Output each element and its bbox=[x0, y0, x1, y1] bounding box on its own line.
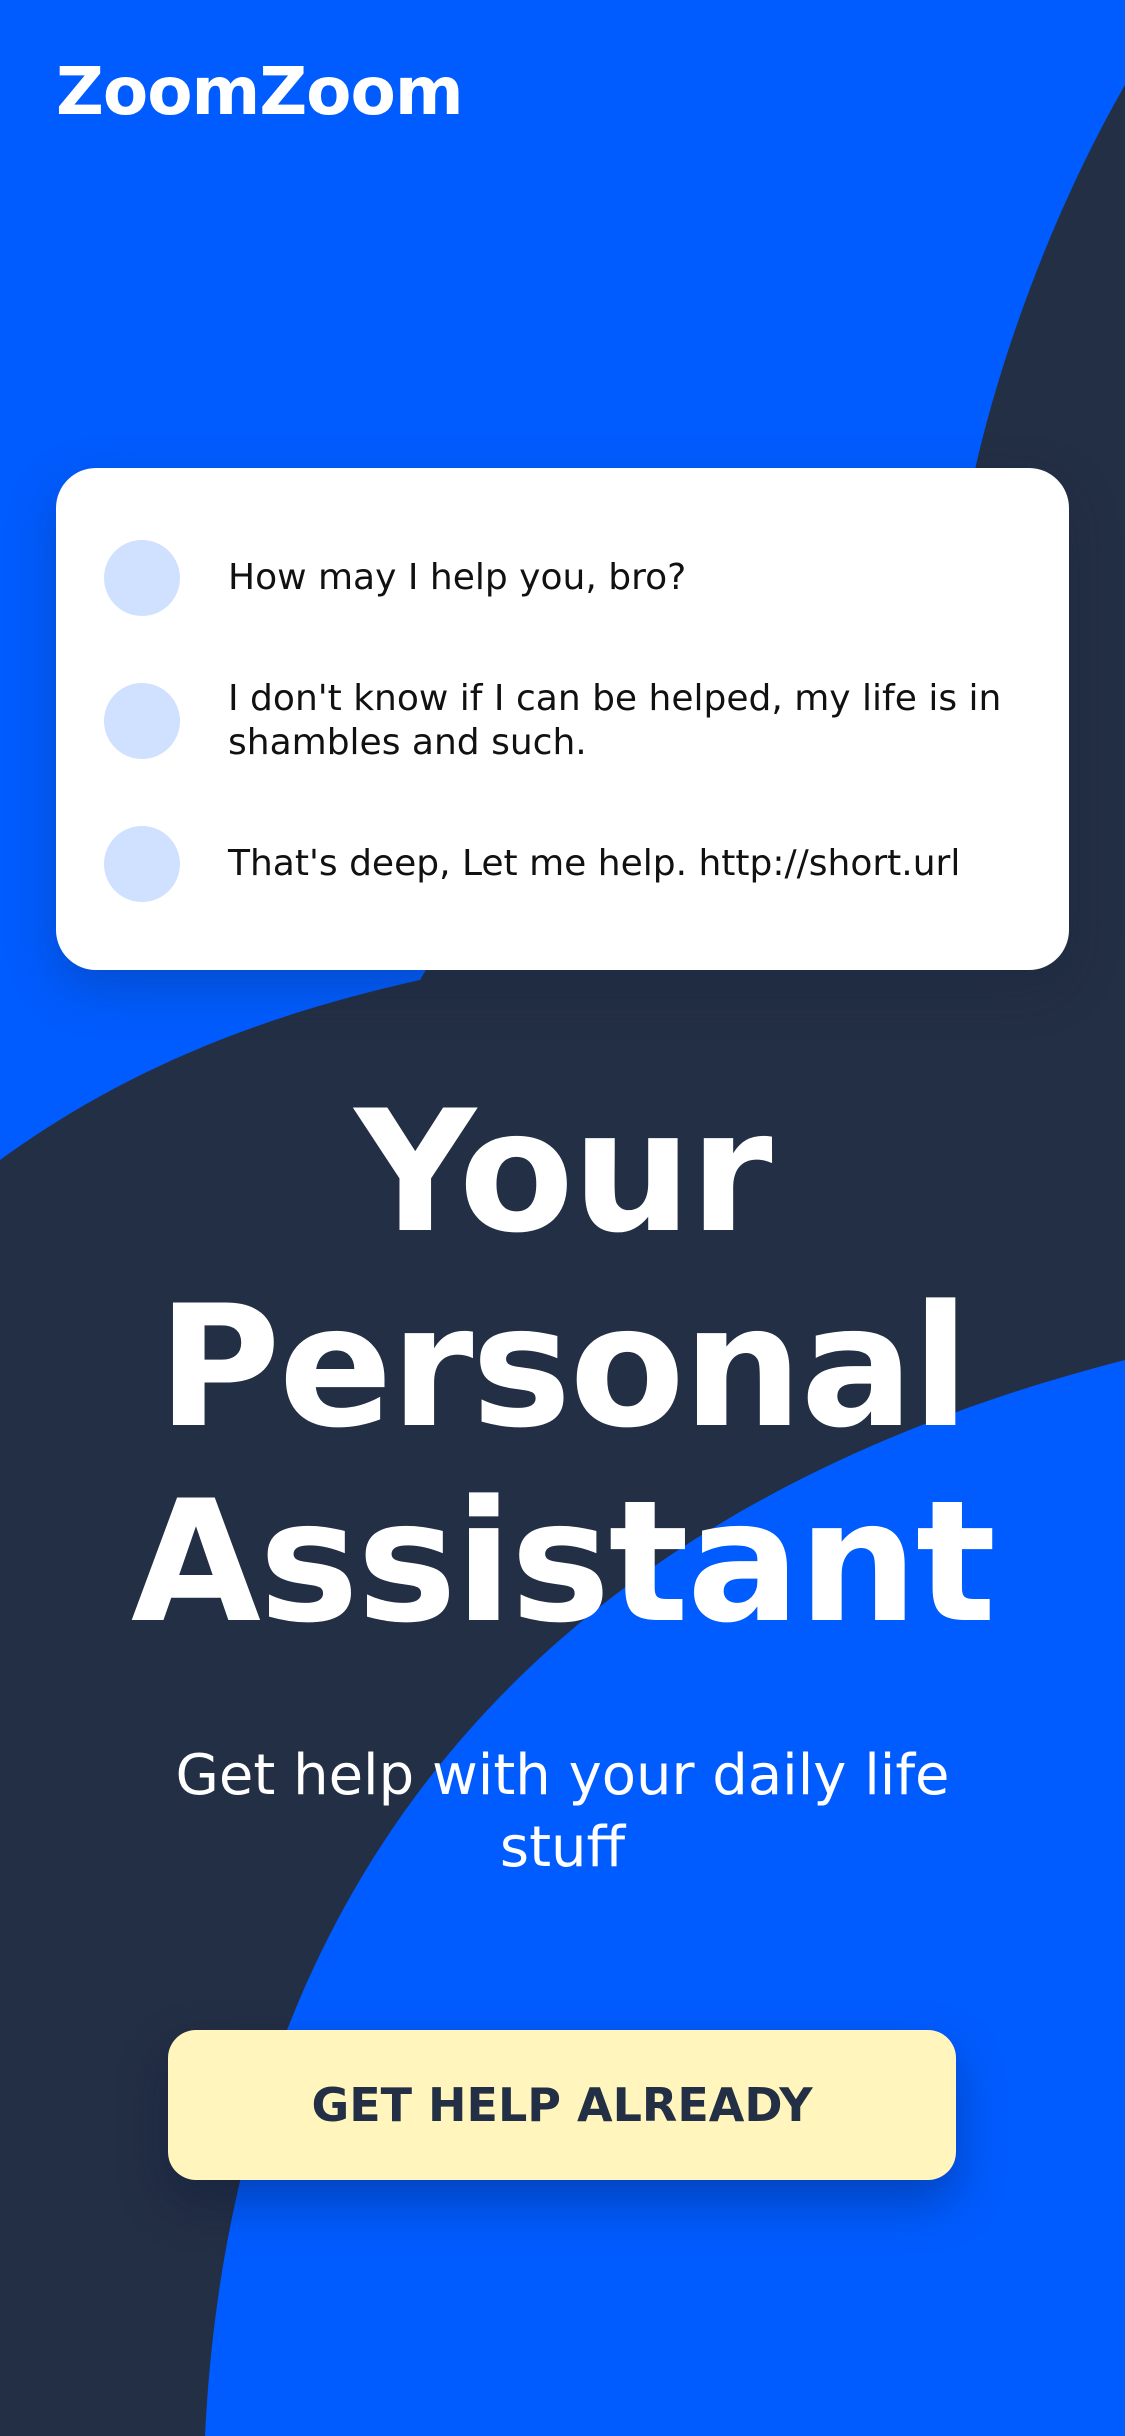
hero-title: Your Personal Assistant bbox=[0, 1075, 1125, 1660]
chat-preview-card: How may I help you, bro? I don't know if… bbox=[56, 468, 1069, 970]
chat-message-text: How may I help you, bro? bbox=[228, 557, 687, 598]
hero-title-line: Personal bbox=[157, 1269, 970, 1465]
hero-title-line: Your bbox=[354, 1074, 772, 1270]
chat-message: That's deep, Let me help. http://short.u… bbox=[104, 826, 1024, 902]
chat-message: I don't know if I can be helped, my life… bbox=[104, 678, 1024, 763]
avatar bbox=[104, 540, 180, 616]
get-help-button[interactable]: GET HELP ALREADY bbox=[168, 2030, 956, 2180]
chat-message-text: That's deep, Let me help. http://short.u… bbox=[228, 843, 961, 884]
avatar bbox=[104, 683, 180, 759]
hero-title-line: Assistant bbox=[130, 1464, 996, 1660]
app-logo[interactable]: ZoomZoom bbox=[56, 52, 464, 132]
avatar bbox=[104, 826, 180, 902]
hero-subtitle: Get help with your daily life stuff bbox=[175, 1743, 950, 1880]
chat-message-text: I don't know if I can be helped, my life… bbox=[228, 678, 1002, 763]
chat-message: How may I help you, bro? bbox=[104, 540, 1024, 616]
